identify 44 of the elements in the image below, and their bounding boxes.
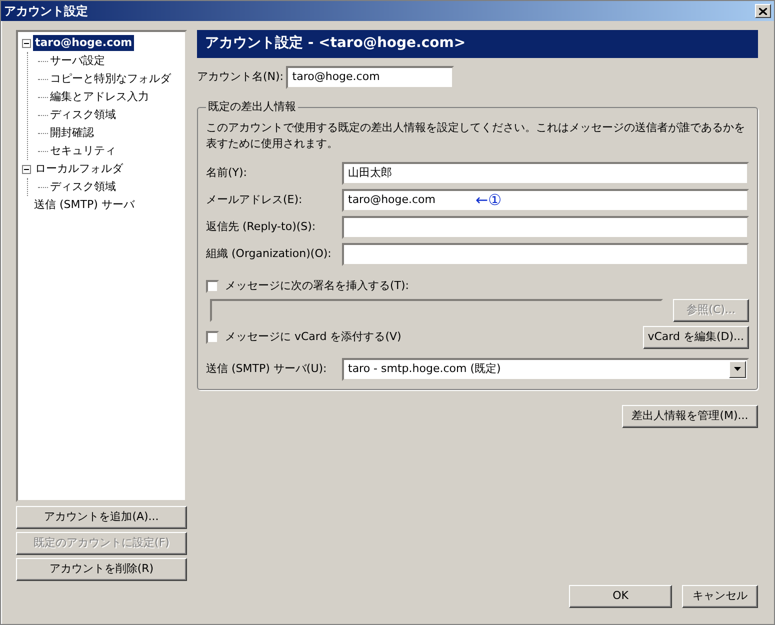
input-field[interactable]: taro@hoge.com ←① [342,189,749,212]
tree-item[interactable]: taro@hoge.com [33,35,134,51]
tree-item[interactable]: 開封確認 [48,125,96,141]
tree-item[interactable]: サーバ設定 [48,53,107,69]
annotation-text: ←① [476,190,502,212]
tree-item[interactable]: ディスク領域 [48,107,118,123]
panel-header: アカウント設定 - <taro@hoge.com> [197,30,758,58]
checkbox[interactable] [206,330,219,344]
dropdown-value: taro - smtp.hoge.com (既定) [348,360,501,377]
field-label: 送信 (SMTP) サーバ(U): [206,360,328,377]
input-field[interactable] [342,216,749,239]
tree-item[interactable]: ディスク領域 [48,179,118,195]
dropdown-arrow-icon [734,367,741,371]
field-label: 返信先 (Reply-to)(S): [206,219,317,236]
collapse-icon[interactable] [22,38,31,48]
field-value: taro@hoge.com [348,192,436,208]
cancel-button[interactable]: キャンセル [682,585,758,608]
input-field[interactable]: 山田太郎 [342,162,749,185]
checkbox-label: メッセージに次の署名を挿入する(T): [225,278,410,294]
checkbox-label: メッセージに vCard を添付する(V) [225,328,402,345]
sidebar-button[interactable]: アカウントを追加(A)... [16,506,187,529]
close-icon [759,8,767,14]
input-field[interactable] [342,243,749,266]
description-text: このアカウントで使用する既定の差出人情報を設定してください。これはメッセージの送信者が誰であるかを表すために使用されます。 [206,120,746,152]
input-field[interactable]: taro@hoge.com [286,66,454,89]
field-label: アカウント名(N): [197,69,284,86]
tree-item[interactable]: 送信 (SMTP) サーバ [32,197,136,213]
field-label: メールアドレス(E): [206,192,304,208]
tree-item[interactable]: コピーと特別なフォルダ [48,71,173,87]
field-label: 組織 (Organization)(O): [206,246,332,262]
tree-item[interactable]: 編集とアドレス入力 [48,89,151,105]
field-value: 山田太郎 [348,165,392,182]
field-label: 名前(Y): [206,165,248,182]
smtp-dropdown[interactable]: taro - smtp.hoge.com (既定) [342,358,749,380]
edit-vcard-button[interactable]: vCard を編集(D)... [642,326,749,348]
ok-button[interactable]: OK [569,585,672,608]
window-title: アカウント設定 [4,3,88,20]
manage-identities-button[interactable]: 差出人情報を管理(M)... [622,404,758,428]
collapse-icon[interactable] [22,164,31,174]
checkbox[interactable] [206,280,219,293]
tree-item[interactable]: ローカルフォルダ [33,161,125,177]
sidebar-button[interactable]: アカウントを削除(R) [16,558,187,581]
close-button[interactable] [755,4,771,18]
tree-item[interactable]: セキュリティ [48,143,118,159]
